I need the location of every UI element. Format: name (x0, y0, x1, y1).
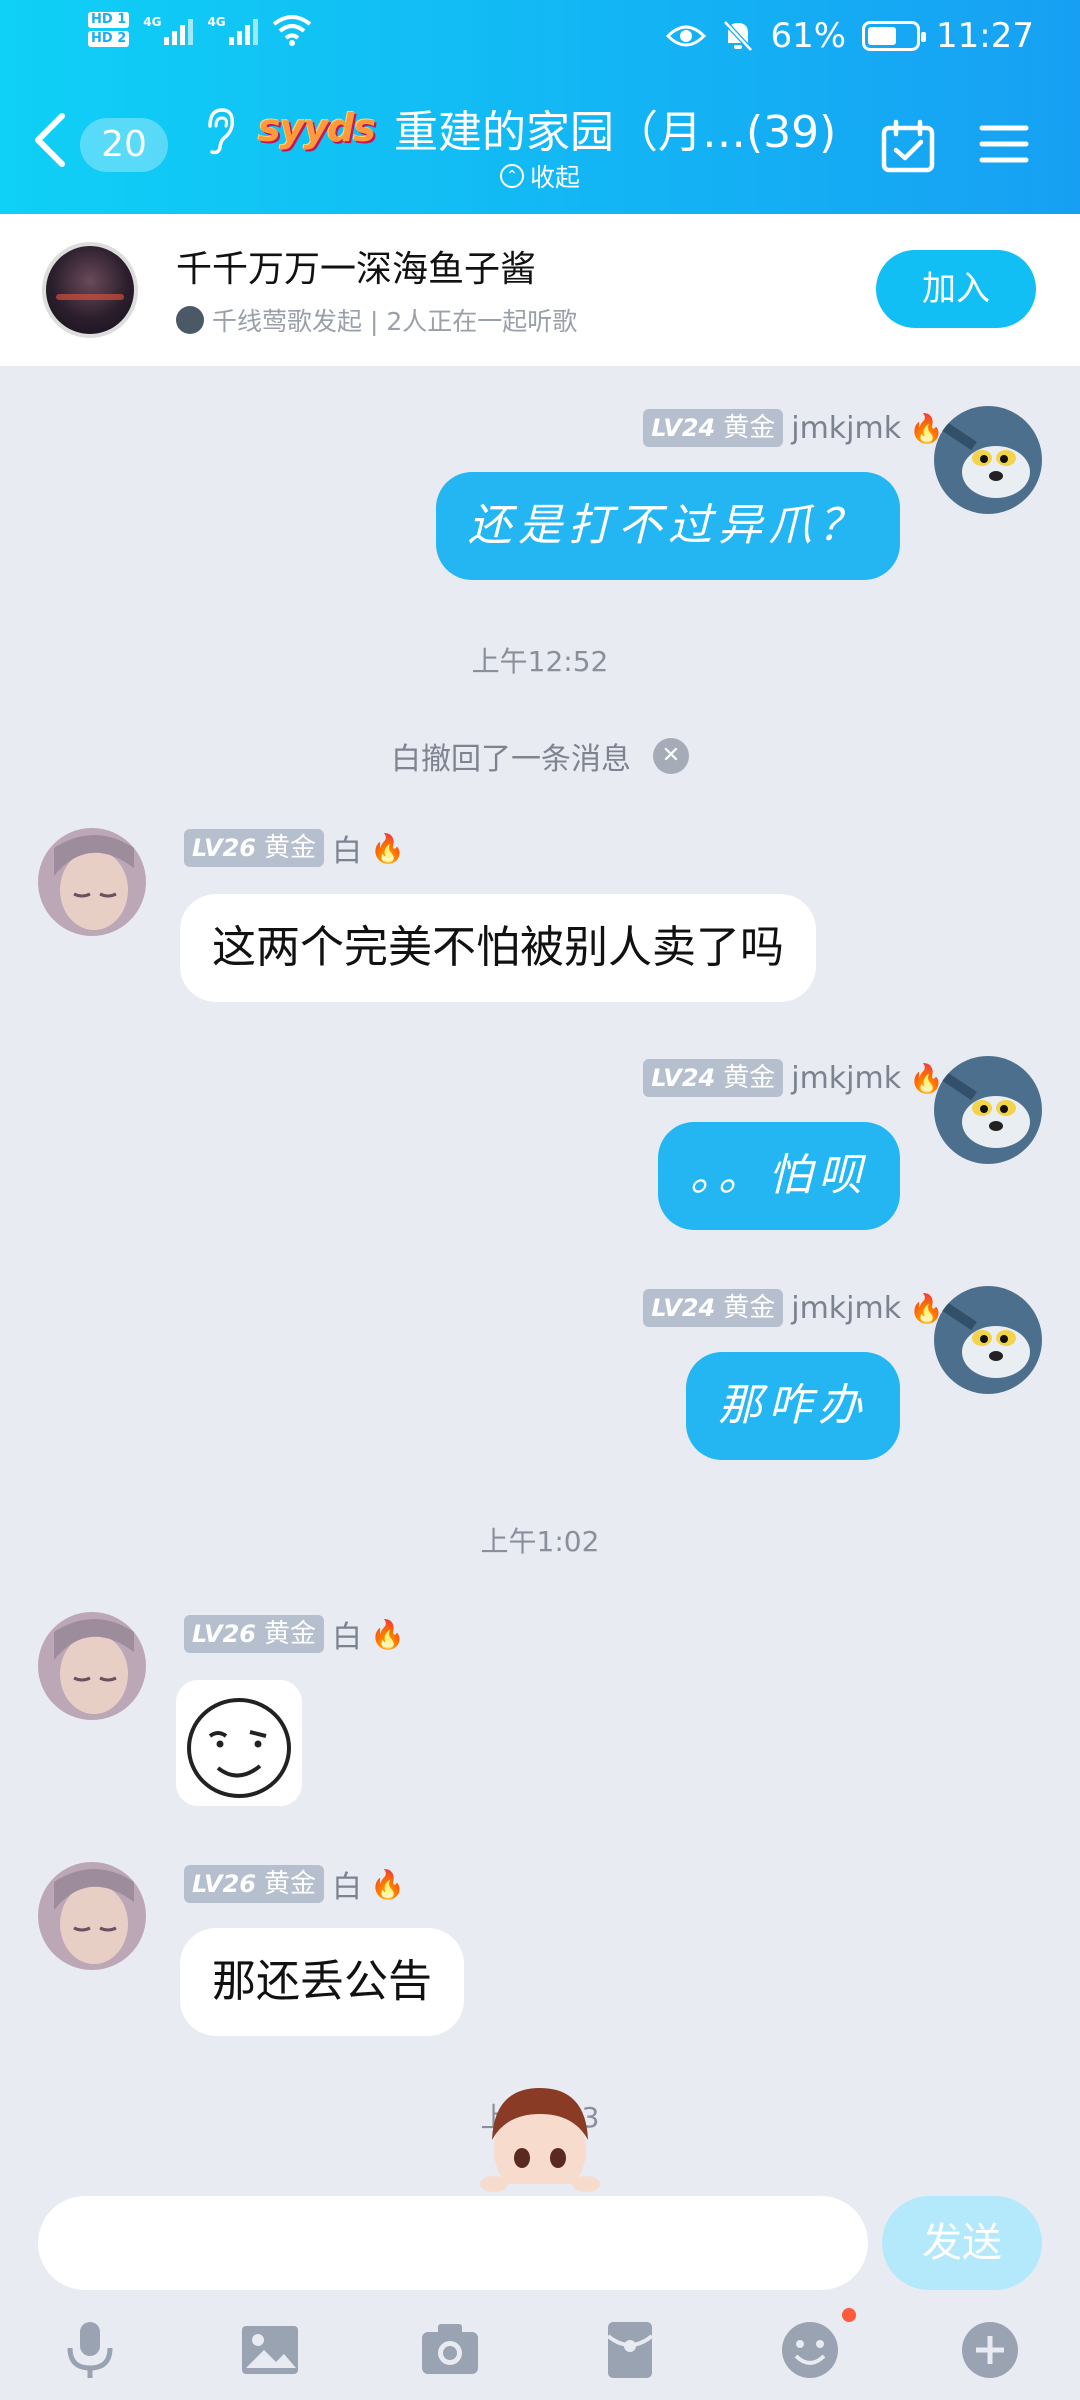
group-badge-logo: syyds (258, 106, 376, 150)
battery-percent: 61% (770, 16, 847, 56)
mic-icon[interactable] (58, 2318, 122, 2382)
join-button[interactable]: 加入 (876, 250, 1036, 328)
message-bubble[interactable]: 还是打不过异爪？ (436, 472, 900, 580)
listen-together-banner[interactable]: 千千万万一深海鱼子酱 千线莺歌发起 | 2人正在一起听歌 加入 (0, 214, 1080, 366)
song-subtitle: 千线莺歌发起 | 2人正在一起听歌 (176, 302, 577, 338)
level-badge: LV24 黄金 (643, 409, 784, 447)
wifi-icon (272, 14, 311, 46)
back-chevron-icon[interactable] (28, 110, 72, 170)
level-badge: LV26 黄金 (184, 1615, 324, 1653)
fire-icon: 🔥 (369, 1617, 405, 1651)
calendar-check-icon[interactable] (880, 118, 936, 174)
fire-icon: 🔥 (909, 1061, 944, 1095)
song-cover (42, 242, 138, 338)
sender-nick[interactable]: jmkjmk (791, 1061, 901, 1096)
emoji-icon[interactable] (778, 2318, 842, 2382)
message-bubble[interactable]: 。。怕呗 (658, 1122, 900, 1230)
send-button[interactable]: 发送 (882, 2196, 1042, 2290)
level-badge: LV26 黄金 (184, 1865, 324, 1903)
sender-meta: LV24 黄金 jmkjmk 🔥 (643, 408, 944, 448)
sender-meta: LV26 黄金 白 🔥 (184, 1612, 405, 1656)
image-icon[interactable] (238, 2318, 302, 2382)
sender-nick[interactable]: jmkjmk (791, 1291, 901, 1326)
avatar[interactable] (934, 1056, 1042, 1164)
smirk-face-sticker[interactable] (176, 1680, 302, 1806)
group-title[interactable]: 重建的家园（月…(39) (394, 96, 836, 160)
plus-icon[interactable] (958, 2318, 1022, 2382)
avatar[interactable] (934, 406, 1042, 514)
battery-icon (862, 21, 927, 51)
status-bar: HD 1 HD 2 4G 4G 61% 11:27 (0, 0, 1080, 80)
sender-meta: LV24 黄金 jmkjmk 🔥 (643, 1288, 944, 1328)
recall-notice: 白撤回了一条消息 ✕ (0, 734, 1080, 778)
initiator-avatar (176, 306, 204, 334)
close-icon[interactable]: ✕ (653, 738, 689, 774)
sender-meta: LV26 黄金 白 🔥 (184, 826, 405, 870)
notification-dot (842, 2308, 856, 2322)
fire-icon: 🔥 (909, 1291, 944, 1325)
hd-indicator: HD 1 HD 2 (88, 12, 130, 47)
avatar[interactable] (38, 1612, 146, 1720)
sender-nick[interactable]: jmkjmk (791, 411, 901, 446)
signal-icon: 4G (143, 15, 194, 45)
message-input[interactable] (38, 2196, 868, 2290)
peeking-boy-sticker (474, 2088, 606, 2196)
message-bubble[interactable]: 那还丢公告 (180, 1928, 464, 2036)
message-bubble[interactable]: 这两个完美不怕被别人卖了吗 (180, 894, 816, 1002)
fire-icon: 🔥 (369, 1867, 405, 1901)
eye-icon (666, 25, 707, 47)
fire-icon: 🔥 (369, 831, 405, 865)
avatar[interactable] (38, 828, 146, 936)
signal-icon-2: 4G (207, 15, 258, 45)
collapse-toggle[interactable]: ⌃ 收起 (500, 158, 580, 194)
song-title: 千千万万一深海鱼子酱 (176, 249, 537, 290)
avatar[interactable] (934, 1286, 1042, 1394)
camera-icon[interactable] (418, 2318, 482, 2382)
timestamp: 上午1:02 (480, 1525, 600, 1558)
level-badge: LV24 黄金 (643, 1059, 784, 1097)
sender-nick[interactable]: 白 (332, 1862, 362, 1906)
clock: 11:27 (936, 16, 1034, 56)
fire-icon: 🔥 (909, 411, 944, 445)
message-bubble[interactable]: 那咋办 (686, 1352, 900, 1460)
avatar[interactable] (38, 1862, 146, 1970)
sender-meta: LV26 黄金 白 🔥 (184, 1862, 405, 1906)
input-toolbar (0, 2310, 1080, 2400)
timestamp: 上午12:52 (471, 645, 609, 678)
sender-nick[interactable]: 白 (332, 826, 362, 870)
level-badge: LV26 黄金 (184, 829, 324, 867)
sender-meta: LV24 黄金 jmkjmk 🔥 (643, 1058, 944, 1098)
chat-header: HD 1 HD 2 4G 4G 61% 11:27 20 syyds 重建的家园… (0, 0, 1080, 214)
level-badge: LV24 黄金 (643, 1289, 784, 1327)
chevron-up-icon: ⌃ (500, 164, 524, 188)
unread-count-badge[interactable]: 20 (80, 118, 168, 172)
red-packet-icon[interactable] (598, 2318, 662, 2382)
menu-icon[interactable] (978, 122, 1030, 166)
ear-icon[interactable] (202, 106, 236, 156)
mute-bell-icon (723, 20, 754, 52)
sender-nick[interactable]: 白 (332, 1612, 362, 1656)
